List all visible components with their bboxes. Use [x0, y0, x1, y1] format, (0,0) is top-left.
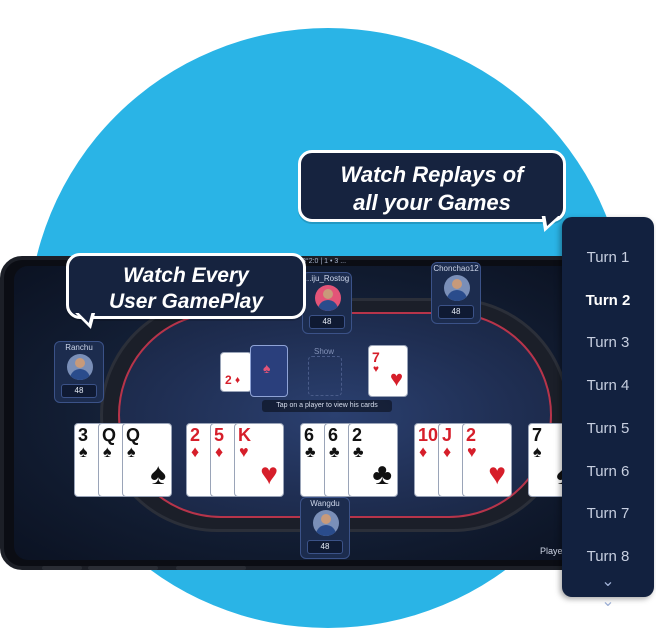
turn-item[interactable]: Turn 7: [562, 505, 654, 522]
card-suit-big: ♣: [372, 458, 392, 491]
player-seat-bottom[interactable]: Wangdu 48: [300, 497, 350, 559]
card-suit-big: ♥: [389, 366, 403, 391]
card-rank: 5: [214, 425, 225, 445]
avatar: [67, 354, 93, 380]
card-suit: ♣: [353, 444, 364, 461]
avatar: [315, 285, 341, 311]
closed-deck[interactable]: [250, 345, 288, 397]
player-name: ...iju_Rostog: [304, 274, 350, 283]
card-rank: 7: [532, 425, 543, 445]
card-suit-big: ♥: [488, 458, 506, 491]
card-suit: ♠: [103, 444, 112, 461]
card-suit: ♦: [419, 444, 428, 461]
bubble-line: User GamePlay: [108, 290, 264, 313]
player-seat-top-right[interactable]: Chonchao12 48: [431, 262, 481, 324]
card-suit-big: ♠: [150, 458, 166, 491]
avatar: [313, 510, 339, 536]
show-label: Show: [314, 347, 335, 356]
turn-item[interactable]: Turn 6: [562, 463, 654, 480]
turn-item[interactable]: Turn 1: [562, 249, 654, 266]
hand-card[interactable]: Q♠♠: [122, 423, 172, 497]
card-suit: ♣: [329, 444, 340, 461]
card-rank: 10: [418, 425, 439, 445]
card-suit: ♦: [235, 375, 241, 386]
turn-item[interactable]: Turn 3: [562, 334, 654, 351]
open-discard-card[interactable]: 7 ♥ ♥: [368, 345, 408, 397]
card-suit-big: ♥: [260, 458, 278, 491]
card-suit: ♦: [215, 444, 224, 461]
card-suit: ♦: [191, 444, 200, 461]
turns-panel: Turn 1 Turn 2 Turn 3 Turn 4 Turn 5 Turn 6 Turn…: [562, 217, 654, 610]
bubble-line: Watch Replays of: [340, 162, 524, 187]
player-score: 48: [307, 540, 343, 554]
player-name: Ranchu: [65, 343, 93, 352]
bubble-line: all your Games: [353, 190, 511, 215]
card-suit: ♥: [373, 364, 379, 375]
phone-side-button: [42, 566, 82, 570]
player-score: 48: [309, 315, 345, 329]
chevron-double-down-icon[interactable]: ⌄ ⌄: [562, 571, 654, 611]
card-suit: ♥: [467, 444, 477, 461]
player-score: 48: [61, 384, 97, 398]
phone-side-button: [176, 566, 246, 570]
card-rank: K: [238, 425, 251, 445]
card-rank: 2: [466, 425, 477, 445]
player-score: 48: [438, 305, 474, 319]
card-suit: ♥: [239, 444, 249, 461]
show-slot[interactable]: [308, 356, 342, 396]
watch-gameplay-bubble: Watch Every User GamePlay: [66, 253, 306, 319]
players-label: Playe: [540, 546, 563, 556]
turn-item[interactable]: Turn 5: [562, 420, 654, 437]
player-seat-left[interactable]: Ranchu 48: [54, 341, 104, 403]
joker-card: 2 ♦: [220, 352, 252, 392]
phone-side-button: [88, 566, 158, 570]
card-rank: 2: [225, 373, 232, 387]
player-name: Wangdu: [310, 499, 340, 508]
bubble-line: Watch Every: [123, 264, 249, 287]
card-suit: ♠: [79, 444, 88, 461]
card-suit: ♠: [533, 444, 542, 461]
hand-card[interactable]: 2 ♥ ♥: [462, 423, 512, 497]
card-rank: 6: [328, 425, 339, 445]
card-rank: 2: [190, 425, 201, 445]
card-rank: J: [442, 425, 453, 445]
hand-card[interactable]: 2 ♣ ♣: [348, 423, 398, 497]
avatar: [444, 275, 470, 301]
card-suit: ♠: [127, 444, 136, 461]
top-info-text: 8°2:0 | 1 • 3 ...: [302, 258, 347, 265]
card-rank: Q: [102, 425, 117, 445]
turn-item[interactable]: Turn 4: [562, 377, 654, 394]
card-rank: Q: [126, 425, 141, 445]
turn-item[interactable]: Turn 2: [562, 292, 654, 309]
card-rank: 2: [352, 425, 363, 445]
player-name: Chonchao12: [433, 264, 479, 273]
player-seat-top[interactable]: ...iju_Rostog 48: [302, 272, 352, 334]
watch-replays-bubble: Watch Replays of all your Games: [298, 150, 566, 222]
card-rank: 6: [304, 425, 315, 445]
hand-card[interactable]: K ♥ ♥: [234, 423, 284, 497]
card-suit: ♣: [305, 444, 316, 461]
tap-player-hint: Tap on a player to view his cards: [262, 400, 392, 412]
turn-item[interactable]: Turn 8: [562, 548, 654, 565]
card-rank: 3: [78, 425, 89, 445]
card-suit: ♦: [443, 444, 452, 461]
